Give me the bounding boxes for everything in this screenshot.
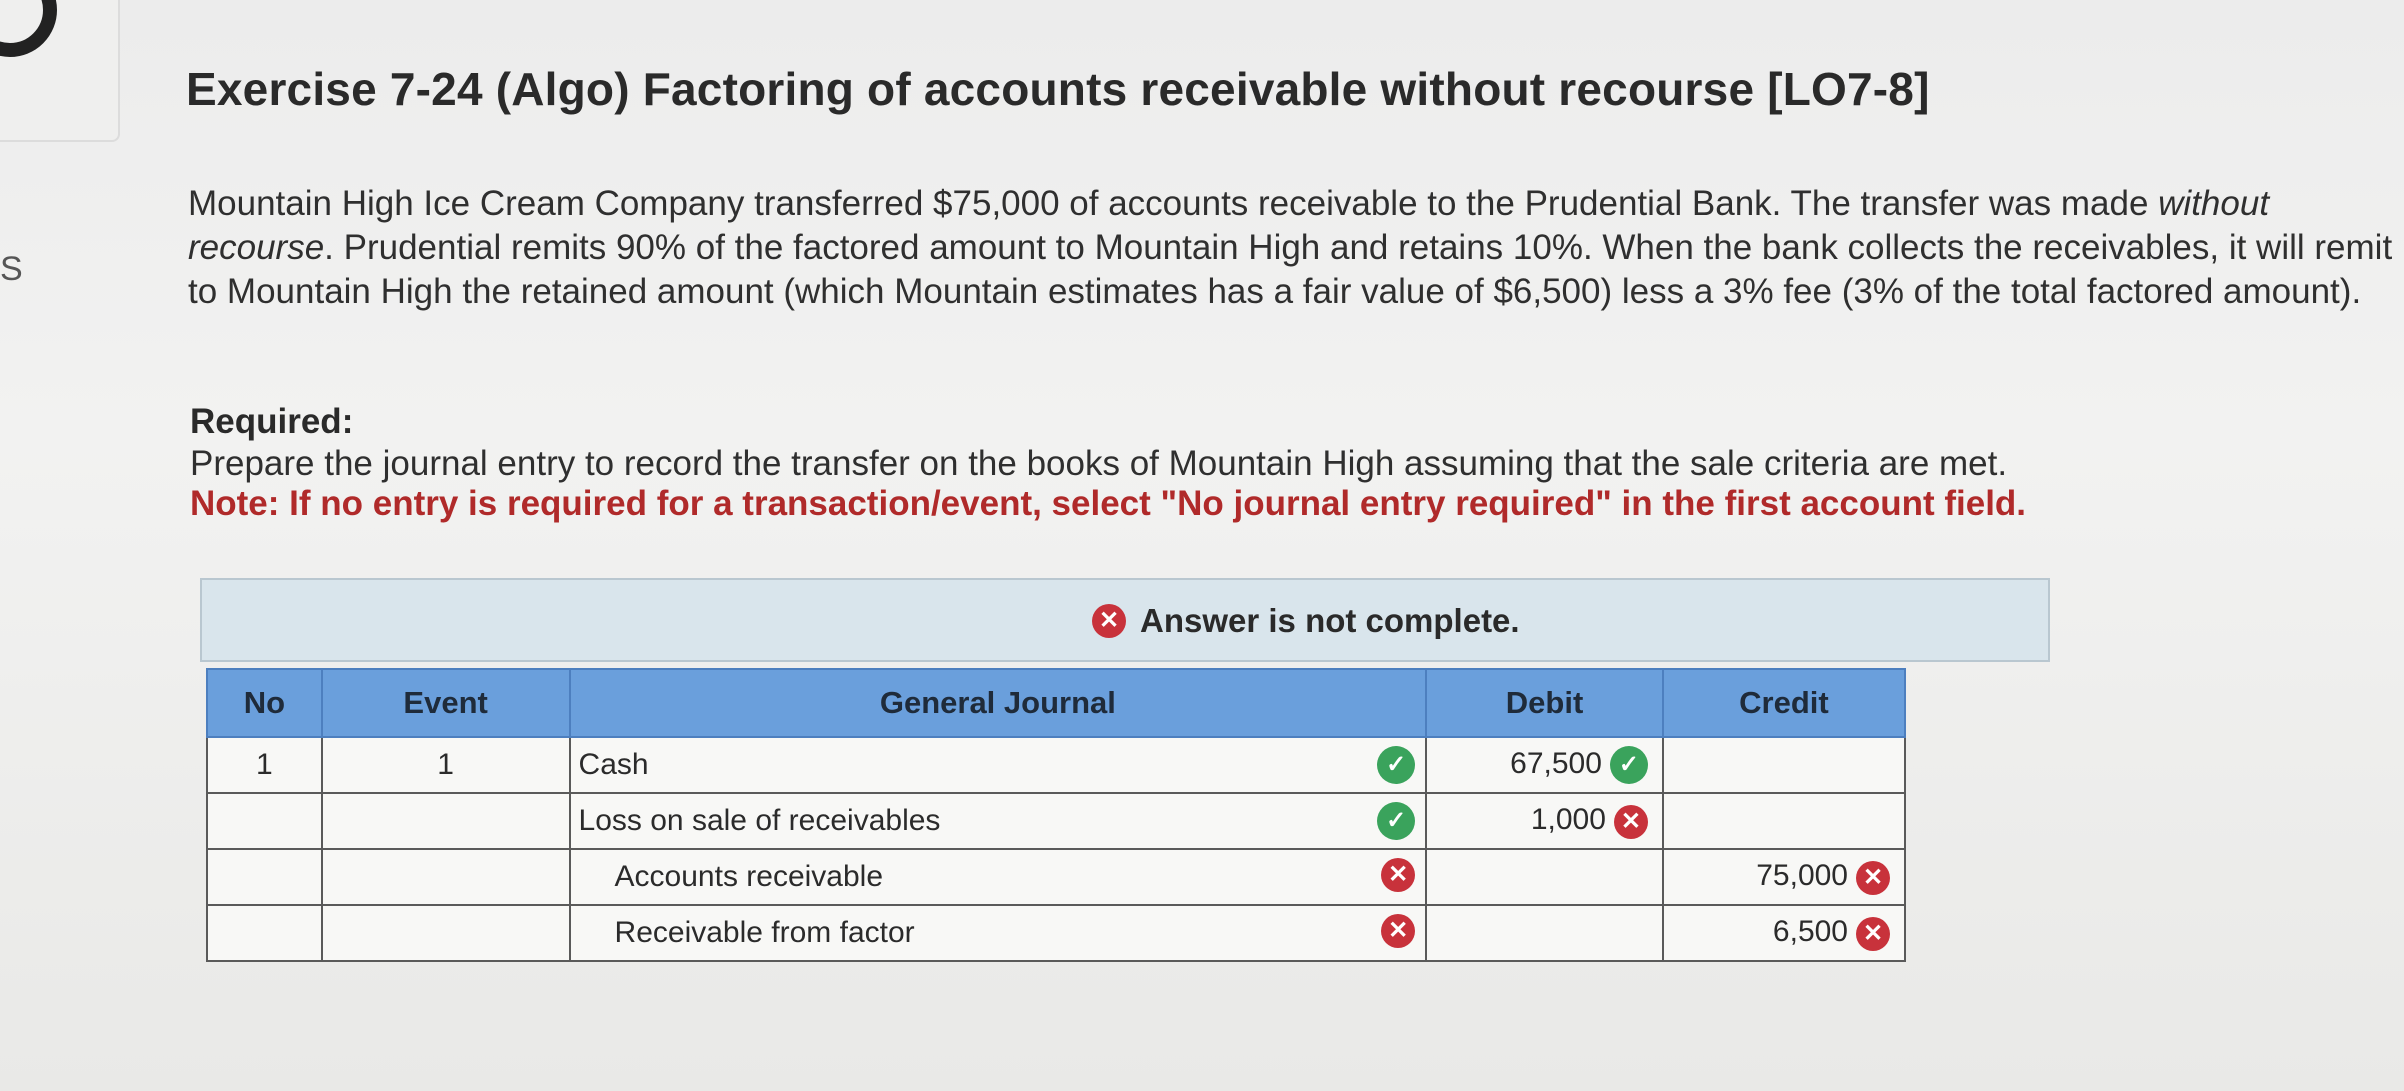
header-debit: Debit [1425, 668, 1664, 738]
required-label: Required: [190, 402, 354, 441]
account-field-value: Accounts receivable [614, 860, 884, 893]
correct-check-icon: ✓ [1377, 802, 1416, 840]
row-event-value: 1 [437, 748, 454, 781]
account-field-value: Receivable from factor [614, 916, 915, 949]
correct-check-icon: ✓ [1609, 746, 1648, 784]
credit-field[interactable] [1661, 736, 1907, 794]
incorrect-x-icon: ✕ [1856, 916, 1890, 951]
logo-icon [0, 0, 57, 57]
left-panel [0, 0, 120, 142]
row-event [320, 848, 571, 906]
required-text: Prepare the journal entry to record the … [190, 444, 2008, 483]
debit-field[interactable] [1425, 904, 1664, 962]
account-field-value: Loss on sale of receivables [578, 804, 941, 837]
incorrect-icon: ✕ [1092, 604, 1126, 638]
incorrect-x-icon: ✕ [1613, 804, 1648, 839]
debit-field[interactable]: 1,000 ✕ [1425, 792, 1664, 850]
debit-field[interactable]: 67,500 ✓ [1425, 736, 1664, 794]
incorrect-x-icon: ✕ [1381, 914, 1416, 948]
incorrect-x-icon: ✕ [1856, 860, 1890, 895]
debit-field-value: 1,000 [1530, 803, 1606, 837]
account-field[interactable]: Cash ✓ [568, 736, 1428, 794]
table-row: Accounts receivable ✕ 75,000 ✕ [206, 848, 1907, 906]
header-no: No [206, 668, 323, 738]
row-no [206, 792, 323, 850]
sidebar-letter: S [0, 250, 23, 288]
table-header-row: No Event General Journal Debit Credit [206, 668, 1907, 738]
exercise-description: Mountain High Ice Cream Company transfer… [188, 184, 2393, 311]
row-event [320, 904, 571, 962]
account-field[interactable]: Accounts receivable ✕ [568, 848, 1428, 906]
table-row: Receivable from factor ✕ 6,500 ✕ [206, 904, 1907, 962]
header-credit: Credit [1661, 668, 1907, 738]
header-general-journal: General Journal [568, 668, 1428, 738]
credit-field[interactable]: 75,000 ✕ [1661, 848, 1907, 906]
row-no-value: 1 [256, 748, 273, 781]
exercise-title: Exercise 7-24 (Algo) Factoring of accoun… [186, 63, 1930, 115]
row-no [206, 848, 323, 906]
account-field[interactable]: Loss on sale of receivables ✓ [568, 792, 1428, 850]
account-field[interactable]: Receivable from factor ✕ [568, 904, 1428, 962]
credit-field-value: 75,000 [1756, 859, 1848, 893]
row-no [206, 904, 323, 962]
debit-field-value: 67,500 [1510, 746, 1602, 780]
debit-field[interactable] [1425, 848, 1664, 906]
instruction-note: Note: If no entry is required for a tran… [190, 484, 2027, 523]
answer-status-banner: ✕ Answer is not complete. [200, 578, 2050, 662]
table-row: Loss on sale of receivables ✓ 1,000 ✕ [206, 792, 1907, 850]
credit-field-value: 6,500 [1772, 915, 1848, 949]
journal-table: No Event General Journal Debit Credit 1 1… [206, 668, 1907, 962]
account-field-value: Cash [578, 748, 649, 781]
header-event: Event [320, 668, 571, 738]
row-event: 1 [320, 736, 571, 794]
incorrect-x-icon: ✕ [1381, 858, 1416, 892]
table-row: 1 1 Cash ✓ 67,500 ✓ [206, 736, 1907, 794]
correct-check-icon: ✓ [1377, 746, 1416, 784]
answer-status-text: Answer is not complete. [1140, 602, 1520, 639]
row-event [320, 792, 571, 850]
row-no: 1 [206, 736, 323, 794]
credit-field[interactable] [1661, 792, 1907, 850]
credit-field[interactable]: 6,500 ✕ [1661, 904, 1907, 962]
